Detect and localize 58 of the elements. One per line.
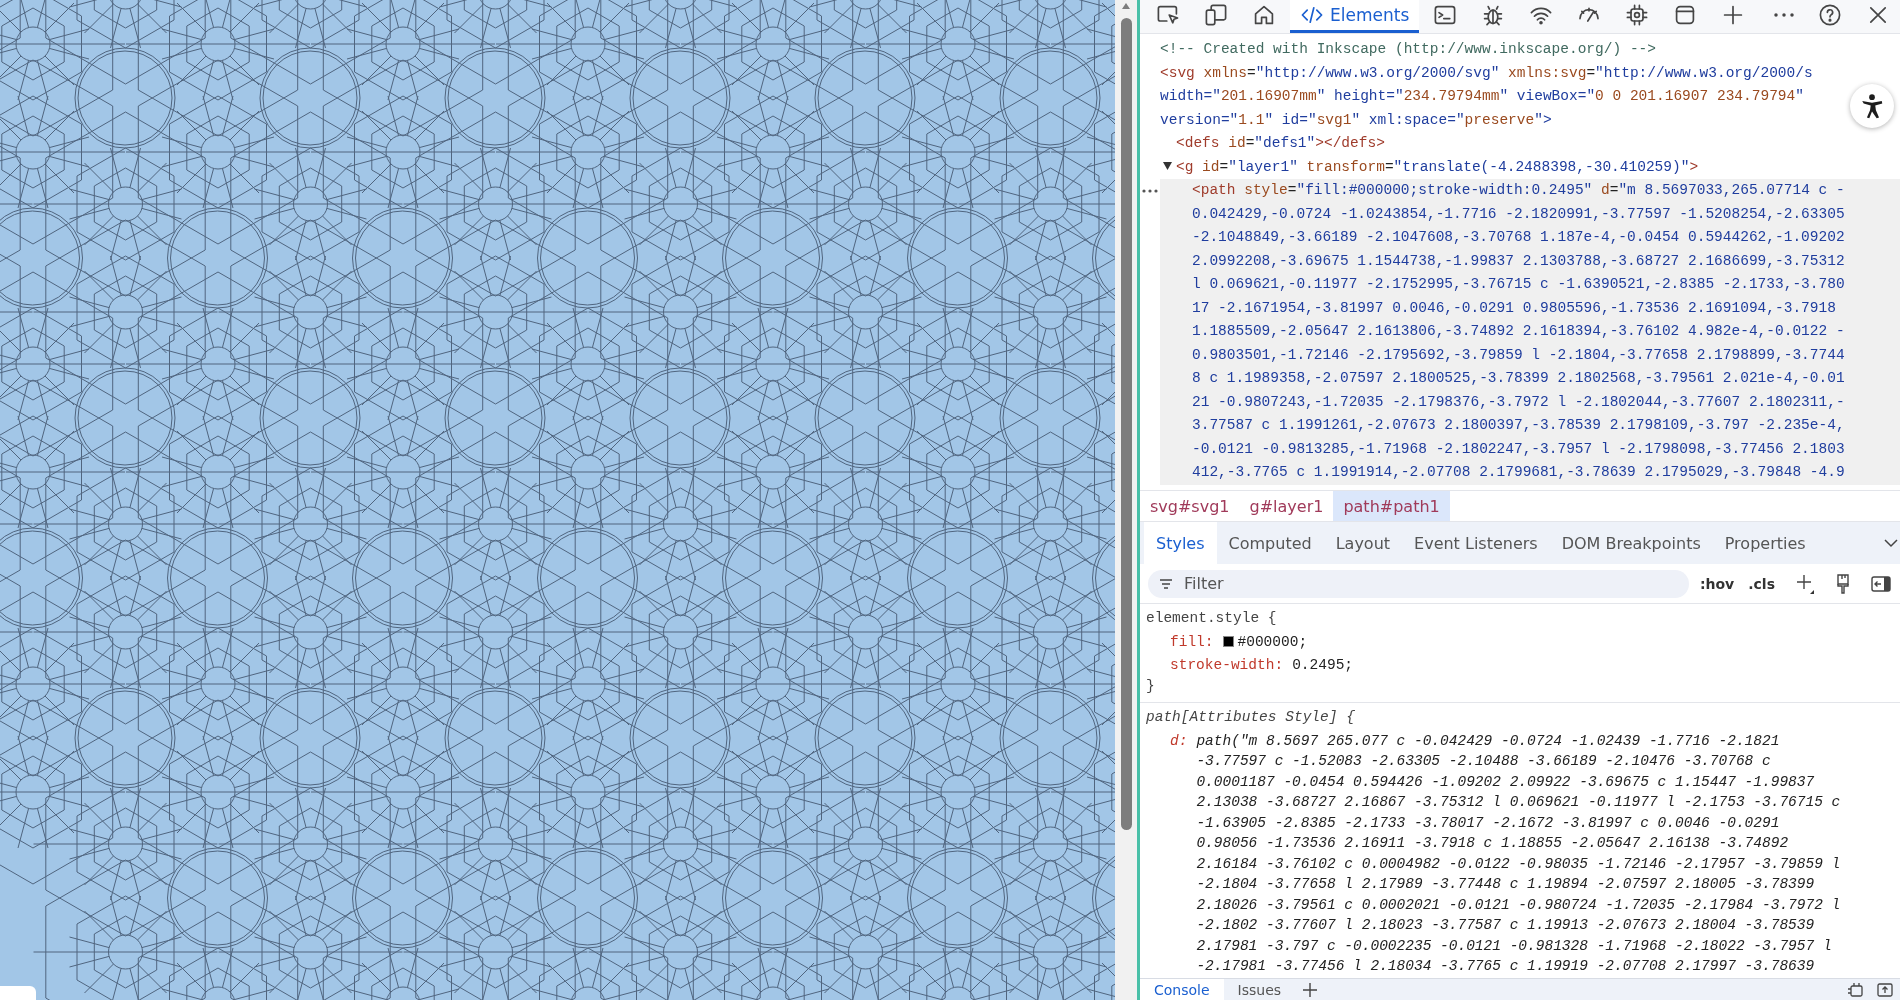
css-value: 2.17981 -3.797 c -0.0002235 -0.0121 -0.981328 -1.71968 -2.18022 -3.7957 l bbox=[1196, 936, 1833, 956]
css-value: 0.2495; bbox=[1292, 656, 1354, 675]
sidebar-tab[interactable]: Event Listeners bbox=[1402, 522, 1550, 564]
css-property: stroke-width: bbox=[1170, 656, 1284, 675]
css-property: fill: bbox=[1170, 632, 1214, 652]
dom-node[interactable]: <svg xmlns="http://www.w3.org/2000/svg" xmlns:svg="http://www.w3.org/2000/s width="201.16907mm" height="234.79794mm" viewBox="0 0 201.16907 234.79794" version="1.1" id="svg1" xml:space="preserve"> bbox=[1160, 61, 1813, 132]
dom-node[interactable]: <path style="fill:#000000;stroke-width:0.2495" d="m 8.5697033,265.07714 c - 0.042429,-0.0724 -1.0243854,-1.7716 -2.1820991,-3.77597 -1.5208254,-2.63305 -2.1048849,-3.66189 -2.1047608,-3.70768 1.187e-4,-0.0454 0.5944262,-1.09202 2.0992208,-3.69675 1.1544738,-1.99837 2.1303788,-3.68727 2.1686699,-3.75312 l 0.069621,-0.11977 -2.1752995,-3.76715 c -1.6390521,-2.8385 -2.1733,-3.780 17 -2.1671954,-3.81997 0.0046,-0.0291 0.9805596,-1.73536 2.1691094,-3.7918 1.1885509,-2.05647 2.1613806,-3.74892 2.1618394,-3.76102 4.982e-4,-0.0122 - 0.9803501,-1.72146 -2.1795692,-3.79859 l -2.1804,-3.77658 2.1798899,-3.7744 8 c 1.1989358,-2.07597 2.1800525,-3.78399 2.1802568,-3.79561 2.021e-4,-0.01 21 -0.9807243,-1.72035 -2.1798376,-3.7972 l -2.1802044,-3.77607 2.1802311,- 3.77587 c 1.1991261,-2.07673 2.1800397,-3.78539 2.1798109,-3.797 -2.235e-4, -0.0121 -0.9813285,-1.71968 -2.1802247,-3.7957 l -2.1798098,-3.77456 2.1803 412,-3.7765 c 1.1991914,-2.07708 2.1799681,-3.78639 2.1795029,-3.79848 -4.9 bbox=[1160, 179, 1900, 485]
closing-brace: } bbox=[1146, 676, 1156, 696]
toggle-button[interactable]: .cls bbox=[1745, 575, 1778, 592]
chip-icon bbox=[1625, 3, 1650, 27]
breadcrumb[interactable]: svg#svg1 bbox=[1140, 491, 1240, 521]
css-value: -2.17981 -3.77456 l 2.18034 -3.7765 c 1.19919 -2.07708 2.17997 -3.78639 bbox=[1196, 957, 1816, 976]
accessibility-button[interactable] bbox=[1850, 84, 1894, 128]
device-icon bbox=[1204, 3, 1228, 27]
scroll-up-icon[interactable] bbox=[1121, 2, 1131, 10]
sidebar-tab[interactable]: Styles bbox=[1144, 522, 1217, 564]
more-icon bbox=[1774, 13, 1794, 17]
sidebar-tab[interactable]: Computed bbox=[1216, 522, 1324, 564]
sidebar-tab[interactable]: DOM Breakpoints bbox=[1549, 522, 1713, 564]
inspect-icon bbox=[1156, 3, 1180, 27]
sidebar-tab[interactable]: Layout bbox=[1323, 522, 1403, 564]
drawer-tab[interactable]: Issues bbox=[1223, 979, 1296, 1000]
css-selector: path[Attributes Style] { bbox=[1146, 708, 1356, 727]
sidebar-tab[interactable]: Properties bbox=[1712, 522, 1818, 564]
css-value: #000000; bbox=[1237, 632, 1308, 652]
plus-icon[interactable] bbox=[1301, 980, 1320, 999]
color-swatch[interactable] bbox=[1222, 636, 1234, 648]
css-value: -2.1804 -3.77658 l 2.17989 -3.77448 c 1.19894 -2.07597 2.18005 -3.78399 bbox=[1196, 875, 1816, 894]
new-rule-plus-icon[interactable] bbox=[1794, 572, 1816, 595]
expand-arrow-icon[interactable] bbox=[1162, 159, 1173, 171]
more-icon[interactable] bbox=[1142, 188, 1158, 194]
css-value: 2.13038 -3.68727 2.16867 -3.75312 l 0.069621 -0.11977 l -2.1753 -3.76715 c bbox=[1196, 793, 1841, 812]
page-overlay-tag bbox=[0, 986, 36, 1000]
elements-tab[interactable]: Elements bbox=[1290, 0, 1420, 33]
css-value: path("m 8.5697 265.077 c -0.042429 -0.0724 -1.02439 -1.7716 -2.1821 bbox=[1196, 731, 1781, 751]
filter-field[interactable]: Filter bbox=[1148, 569, 1689, 598]
css-selector: element.style { bbox=[1146, 609, 1278, 628]
dom-node[interactable]: <g id="layer1" transform="translate(-4.2488398,-30.410259)"> bbox=[1160, 155, 1699, 179]
css-property: d: bbox=[1170, 731, 1188, 751]
scrollbar[interactable] bbox=[1115, 0, 1137, 1000]
help-icon bbox=[1818, 3, 1842, 27]
dom-node[interactable]: <defs id="defs1"></defs> bbox=[1160, 132, 1385, 156]
css-value: 2.16184 -3.76102 c 0.0004982 -0.0122 -0.98035 -1.72146 -2.17957 -3.79859 l bbox=[1196, 854, 1841, 874]
css-value: 2.18026 -3.79561 c 0.0002021 -0.0121 -0.980724 -1.72035 -2.17984 -3.7972 l bbox=[1196, 895, 1841, 915]
drawer-tab[interactable]: Console bbox=[1140, 979, 1224, 1000]
dock-icon[interactable] bbox=[1846, 980, 1864, 999]
code-comment[interactable]: <!-- Created with Inkscape (http://www.inkscape.org/) --> bbox=[1160, 38, 1656, 62]
home-icon bbox=[1252, 3, 1276, 27]
css-value: -2.1802 -3.77607 l 2.18023 -3.77587 c 1.19913 -2.07673 2.18004 -3.78539 bbox=[1196, 916, 1816, 935]
breadcrumb[interactable]: g#layer1 bbox=[1239, 491, 1334, 521]
expand-drawer-icon[interactable] bbox=[1876, 980, 1894, 999]
css-value: -3.77597 c -1.52083 -2.63305 -2.10488 -3.66189 -2.10476 -3.70768 c bbox=[1196, 752, 1772, 771]
console-icon bbox=[1433, 3, 1458, 27]
toggle-button[interactable]: :hov bbox=[1696, 575, 1738, 592]
css-value: 0.0001187 -0.0454 0.594426 -1.09202 2.09922 -3.69675 c 1.15447 -1.99837 bbox=[1196, 772, 1816, 792]
css-value: 0.98056 -1.73536 2.16911 -3.7918 c 1.18855 -2.05647 2.16138 -3.74892 bbox=[1196, 834, 1790, 853]
breadcrumb[interactable]: path#path1 bbox=[1333, 491, 1450, 521]
css-value: -1.63905 -2.8385 -2.1733 -3.78017 -2.1672 -3.81997 c 0.0046 -0.0291 bbox=[1196, 813, 1781, 833]
